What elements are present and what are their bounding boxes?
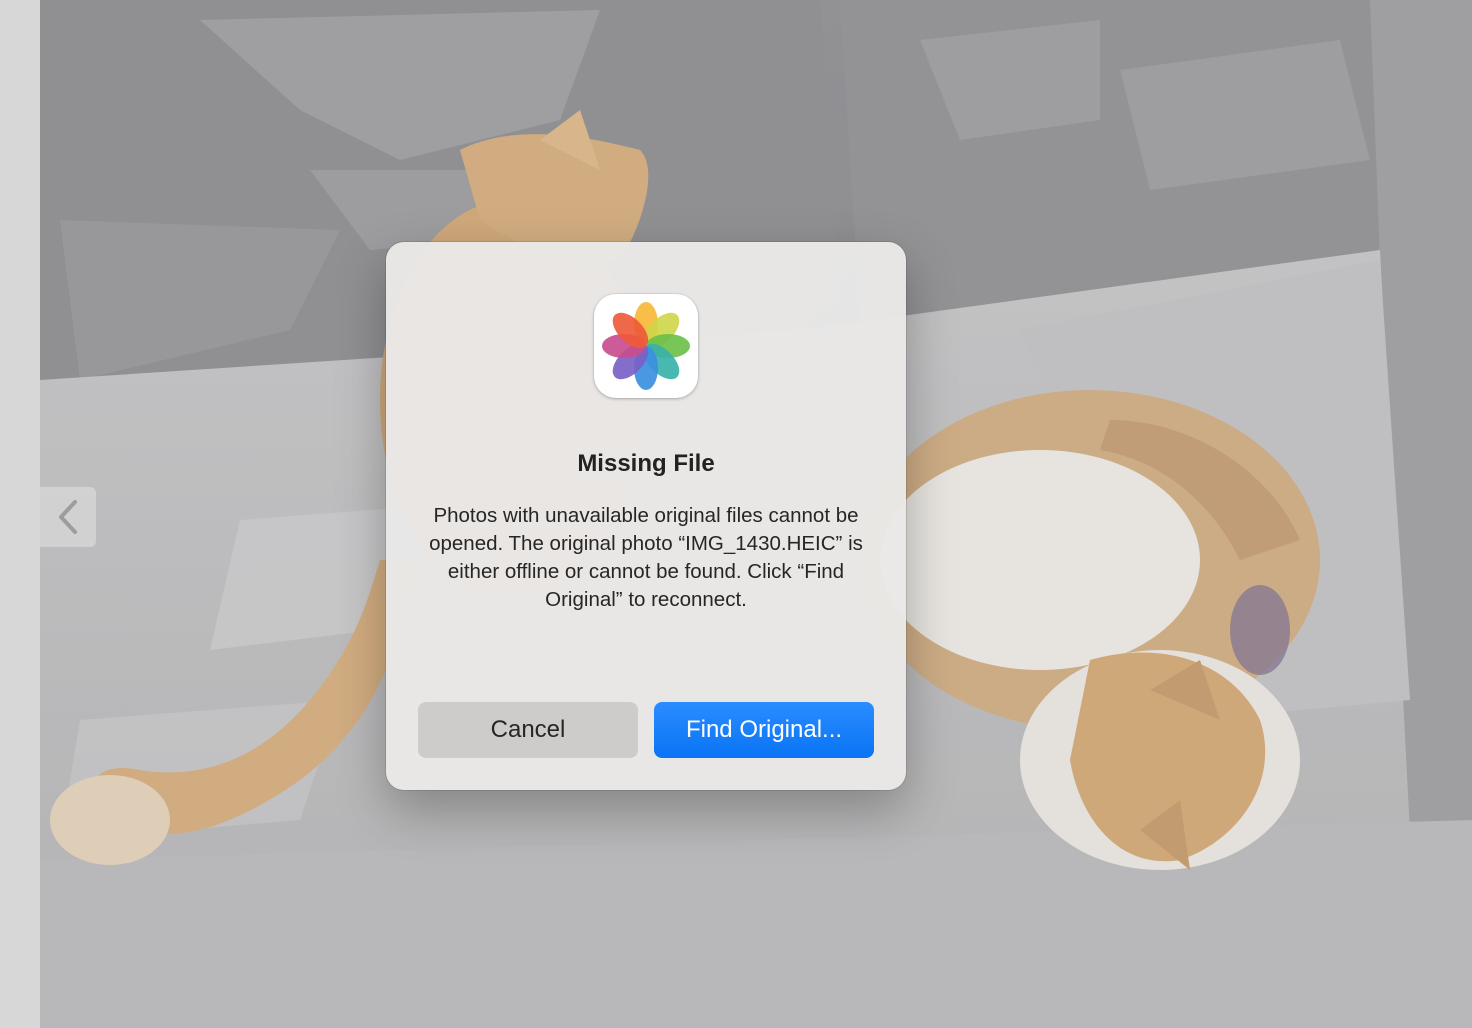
cancel-button[interactable]: Cancel [418, 702, 638, 758]
previous-photo-button[interactable] [40, 487, 96, 547]
dialog-message: Photos with unavailable original files c… [429, 504, 863, 611]
missing-file-dialog: Missing File Photos with unavailable ori… [386, 242, 906, 790]
sidebar-edge [0, 0, 40, 1028]
photos-app-icon [594, 294, 698, 398]
photos-flower-icon [602, 302, 690, 390]
dialog-title: Missing File [577, 450, 715, 477]
find-original-button[interactable]: Find Original... [654, 702, 874, 758]
chevron-left-icon [59, 500, 77, 534]
photo-viewer-window: Missing File Photos with unavailable ori… [0, 0, 1472, 1028]
